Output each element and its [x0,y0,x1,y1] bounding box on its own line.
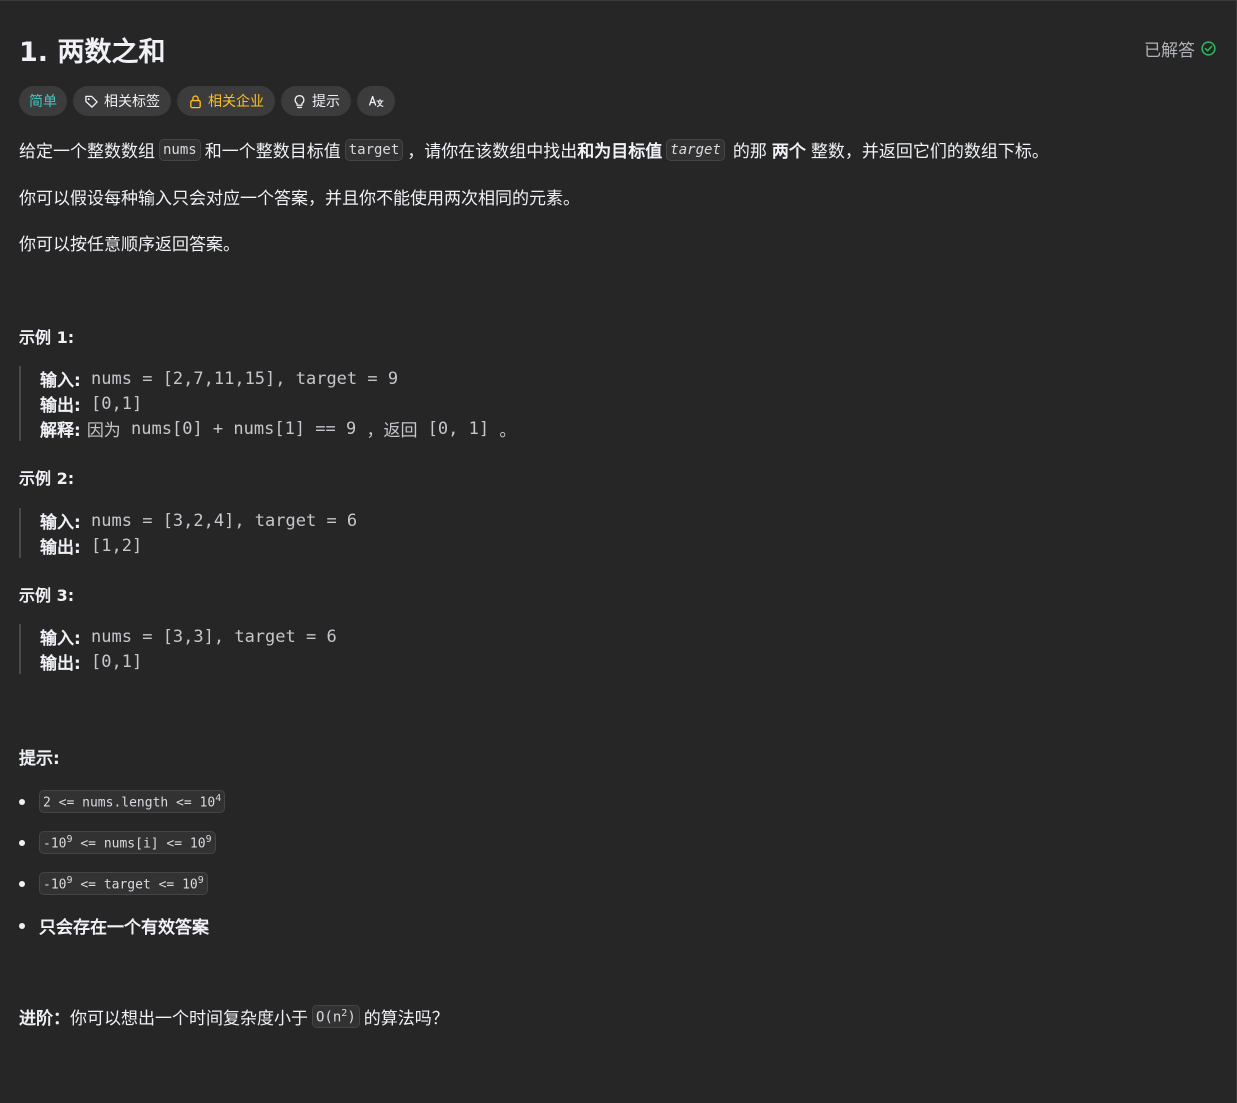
desc-text: 的那 [732,142,767,162]
constraint-code: 2 <= nums.length <= 104 [39,790,226,814]
explain-text: ，返回 [366,421,418,441]
explain-code: nums[0] + nums[1] == 9 [120,418,367,439]
explain-label: 解释: [40,421,81,441]
input-label: 输入: [40,513,81,533]
example-input-line: 输入: nums = [2,7,11,15], target = 9 [40,366,516,392]
example-output-line: 输出: [1,2] [40,533,357,559]
topics-tag-button[interactable]: 相关标签 [73,86,171,116]
followup-label: 进阶： [19,1009,70,1029]
constraint-sup: 9 [197,875,204,886]
solved-label: 已解答 [1144,41,1195,61]
tag-bar: 简单 相关标签 相关企业 提示 [19,86,395,116]
description-paragraph-2: 你可以假设每种输入只会对应一个答案，并且你不能使用两次相同的元素。 [19,184,580,209]
bullet-dot [19,839,25,846]
followup-paragraph: 进阶： 你可以想出一个时间复杂度小于 O(n2) 的算法吗？ [19,1004,449,1029]
example-3-block: 输入: nums = [3,3], target = 6 输出: [0,1] [19,624,337,674]
desc-bold-text: 两个 [771,142,806,162]
followup-text: 你可以想出一个时间复杂度小于 [70,1009,308,1029]
input-value: nums = [2,7,11,15], target = 9 [80,368,399,389]
companies-tag-button[interactable]: 相关企业 [177,86,275,116]
desc-text: 和一个整数目标值 [204,142,341,162]
bullet-dot [19,798,25,805]
code-target: target [344,138,404,161]
output-label: 输出: [40,654,81,674]
bullet-dot [19,922,25,929]
problem-header: 1. 两数之和 已解答 [19,30,1219,69]
translate-button[interactable] [357,86,395,116]
input-value: nums = [3,3], target = 6 [80,626,337,647]
lightbulb-icon [294,94,305,108]
example-input-line: 输入: nums = [3,3], target = 6 [40,624,337,650]
example-3-title: 示例 3: [19,586,75,605]
output-value: [0,1] [80,393,143,414]
input-label: 输入: [40,371,81,391]
problem-title[interactable]: 1. 两数之和 [19,30,165,69]
example-explain-line: 解释: 因为 nums[0] + nums[1] == 9 ，返回 [0, 1]… [40,416,517,442]
constraint-sup: 4 [215,793,222,804]
desc-bold-text: 和为目标值 [577,142,663,162]
explain-text: 因为 [86,421,121,441]
desc-text: ，请你在该数组中找出 [407,142,578,162]
companies-tag-label: 相关企业 [208,94,264,110]
constraint-item: 2 <= nums.length <= 104 [19,790,226,814]
constraints-title: 提示: [19,749,60,769]
example-1-block: 输入: nums = [2,7,11,15], target = 9 输出: [… [19,366,516,441]
example-1-title: 示例 1: [19,328,75,347]
code-nums: nums [159,138,201,161]
example-2-block: 输入: nums = [3,2,4], target = 6 输出: [1,2] [19,508,357,558]
hints-tag-button[interactable]: 提示 [281,86,351,116]
output-label: 输出: [40,396,81,416]
desc-text: 你可以按任意顺序返回答案。 [19,235,240,255]
difficulty-badge: 简单 [19,86,67,116]
input-value: nums = [3,2,4], target = 6 [80,510,358,531]
constraint-text: -10 [43,877,67,893]
followup-text: 的算法吗？ [363,1009,449,1029]
output-value: [0,1] [80,651,143,672]
constraint-text: -10 [43,836,67,852]
topics-tag-label: 相关标签 [104,94,160,110]
complexity-text: ) [347,1009,356,1026]
constraint-text: 只会存在一个有效答案 [39,918,209,938]
constraint-item: -109 <= target <= 109 [19,872,208,896]
constraint-code: -109 <= nums[i] <= 109 [39,831,216,855]
example-output-line: 输出: [0,1] [40,649,337,675]
desc-text: 你可以假设每种输入只会对应一个答案，并且你不能使用两次相同的元素。 [19,189,580,209]
desc-text: 给定一个整数数组 [19,142,155,162]
solved-status: 已解答 [1144,36,1217,61]
tag-icon [85,95,98,108]
description-paragraph-1: 给定一个整数数组 nums 和一个整数目标值 target ，请你在该数组中找出… [19,137,1049,162]
translate-icon [368,95,384,108]
constraint-text: <= target <= 10 [72,877,198,893]
hints-tag-label: 提示 [312,94,340,110]
constraint-sup: 9 [205,834,212,845]
check-circle-icon [1201,41,1216,56]
constraint-code: -109 <= target <= 109 [39,872,208,896]
constraint-item: -109 <= nums[i] <= 109 [19,831,216,855]
difficulty-label: 简单 [29,94,57,110]
constraint-text: <= nums[i] <= 10 [72,836,206,852]
complexity-text: O(n [316,1009,342,1026]
bullet-dot [19,880,25,887]
example-2-title: 示例 2: [19,469,75,488]
example-input-line: 输入: nums = [3,2,4], target = 6 [40,508,358,534]
output-value: [1,2] [80,535,143,556]
explain-code: [0, 1] [417,418,500,439]
output-label: 输出: [40,538,81,558]
constraint-item: 只会存在一个有效答案 [19,913,209,938]
example-output-line: 输出: [0,1] [40,391,516,417]
code-target-italic: target [666,138,725,161]
description-paragraph-3: 你可以按任意顺序返回答案。 [19,230,240,255]
desc-text: 整数，并返回它们的数组下标。 [810,142,1049,162]
complexity-code: O(n2) [312,1004,360,1029]
constraint-text: 2 <= nums.length <= 10 [43,795,216,811]
input-label: 输入: [40,629,81,649]
lock-icon [190,94,201,108]
explain-text: 。 [499,421,517,441]
